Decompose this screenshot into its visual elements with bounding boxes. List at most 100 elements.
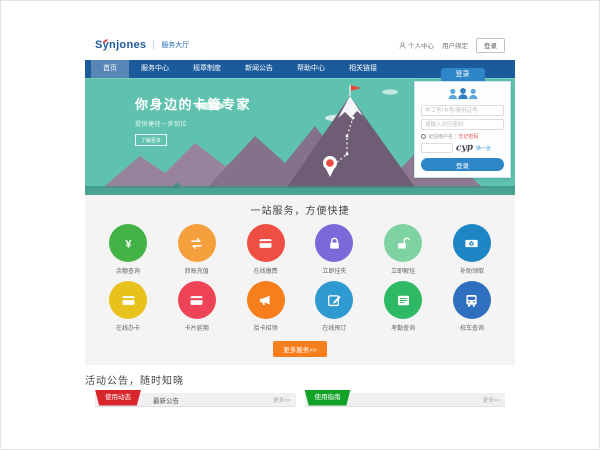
card-icon bbox=[257, 235, 274, 252]
announcement-panels: 使用动态 最新公告 更多>> 使用指南 更多>> bbox=[85, 387, 515, 407]
captcha-refresh-link[interactable]: 换一张 bbox=[476, 145, 491, 152]
service-label: 立即解挂 bbox=[371, 266, 435, 275]
service-label: 转账充值 bbox=[165, 266, 229, 275]
service-label: 立即挂失 bbox=[302, 266, 366, 275]
page: Synjones 服务大厅 个人中心 用户绑定 登录 首页 服务中心 规章制度 … bbox=[85, 30, 515, 420]
account-input[interactable] bbox=[421, 105, 504, 116]
service-label: 补助领取 bbox=[440, 266, 504, 275]
header-menu: 个人中心 用户绑定 登录 bbox=[399, 38, 505, 53]
captcha-row: cyp 换一张 bbox=[421, 143, 504, 153]
header-login-button[interactable]: 登录 bbox=[476, 38, 505, 53]
service-item-report-loss[interactable]: 立即挂失 bbox=[302, 224, 366, 275]
service-circle[interactable] bbox=[384, 224, 422, 262]
hero-cta-button[interactable]: 了解更多 bbox=[135, 134, 167, 146]
service-item-found-card[interactable]: 拾卡招领 bbox=[234, 281, 298, 332]
login-panel: 登录 记住用户名 | 忘记密码 cyp 换一张 登录 bbox=[414, 68, 511, 178]
card-icon bbox=[120, 292, 137, 309]
more-link[interactable]: 更多>> bbox=[273, 396, 295, 404]
megaphone-icon bbox=[257, 292, 274, 309]
service-label: 考勤查询 bbox=[371, 323, 435, 332]
service-label: 在线预订 bbox=[302, 323, 366, 332]
list-icon bbox=[395, 292, 412, 309]
hero-copy: 你身边的卡管专家 提供捷径一步到位 了解更多 bbox=[135, 94, 251, 147]
captcha-image[interactable]: cyp bbox=[456, 142, 474, 153]
lock-icon bbox=[326, 235, 343, 252]
brand-suffix: 服务大厅 bbox=[153, 40, 189, 50]
service-circle[interactable]: ¥ bbox=[453, 224, 491, 262]
tab-latest-announcements[interactable]: 最新公告 bbox=[153, 395, 179, 405]
services-section: 一站服务，方便快捷 ¥ 余额查询 转账充值 在线缴费 bbox=[85, 195, 515, 365]
service-item-pay[interactable]: 在线缴费 bbox=[234, 224, 298, 275]
service-label: 在线缴费 bbox=[234, 266, 298, 275]
divider: | bbox=[455, 134, 456, 140]
panel-tab-bar: 使用指南 更多>> bbox=[305, 393, 506, 407]
service-item-transfer[interactable]: 转账充值 bbox=[165, 224, 229, 275]
nav-item-links[interactable]: 相关链接 bbox=[337, 60, 389, 78]
nav-item-home[interactable]: 首页 bbox=[91, 60, 129, 78]
nav-item-service-center[interactable]: 服务中心 bbox=[129, 60, 181, 78]
nav-item-help[interactable]: 帮助中心 bbox=[285, 60, 337, 78]
service-circle[interactable] bbox=[178, 281, 216, 319]
edit-icon bbox=[326, 292, 343, 309]
service-circle[interactable] bbox=[384, 281, 422, 319]
forgot-password-link[interactable]: 忘记密码 bbox=[458, 133, 478, 140]
service-item-balance[interactable]: ¥ 余额查询 bbox=[96, 224, 160, 275]
service-circle[interactable] bbox=[178, 224, 216, 262]
service-circle[interactable] bbox=[315, 281, 353, 319]
svg-text:¥: ¥ bbox=[125, 238, 132, 250]
captcha-input[interactable] bbox=[421, 143, 453, 153]
remember-checkbox[interactable] bbox=[421, 134, 426, 139]
remember-row: 记住用户名 | 忘记密码 bbox=[421, 133, 504, 140]
service-item-card-renewal[interactable]: 卡片延期 bbox=[165, 281, 229, 332]
service-item-new-card[interactable]: 在线办卡 bbox=[96, 281, 160, 332]
svg-text:¥: ¥ bbox=[471, 241, 474, 246]
services-row-1: ¥ 余额查询 转账充值 在线缴费 立即挂失 bbox=[96, 224, 504, 275]
password-input[interactable] bbox=[421, 119, 504, 130]
service-item-school-bus[interactable]: 校车查询 bbox=[440, 281, 504, 332]
remember-label: 记住用户名 bbox=[428, 133, 453, 140]
panel-user-guide: 使用指南 更多>> bbox=[305, 393, 506, 407]
bus-icon bbox=[463, 292, 480, 309]
service-circle[interactable] bbox=[453, 281, 491, 319]
user-icon bbox=[399, 42, 406, 49]
nav-item-news[interactable]: 新闻公告 bbox=[233, 60, 285, 78]
personal-center-label: 个人中心 bbox=[408, 40, 434, 50]
banknote-icon: ¥ bbox=[463, 235, 480, 252]
services-row-2: 在线办卡 卡片延期 拾卡招领 在线预订 bbox=[96, 281, 504, 332]
announcements-title: 活动公告，随时知晓 bbox=[85, 365, 515, 387]
tab-usage-news-active[interactable]: 使用动态 bbox=[95, 390, 141, 406]
service-label: 拾卡招领 bbox=[234, 323, 298, 332]
service-item-cancel-loss[interactable]: 立即解挂 bbox=[371, 224, 435, 275]
panel-tab-bar: 使用动态 最新公告 更多>> bbox=[95, 393, 296, 407]
yen-icon: ¥ bbox=[120, 235, 137, 252]
users-group-icon bbox=[446, 87, 480, 101]
tab-user-guide-active[interactable]: 使用指南 bbox=[305, 390, 351, 406]
hero-subtitle: 提供捷径一步到位 bbox=[135, 119, 251, 128]
service-circle[interactable] bbox=[247, 224, 285, 262]
transfer-icon bbox=[188, 235, 205, 252]
service-circle[interactable] bbox=[247, 281, 285, 319]
login-submit-button[interactable]: 登录 bbox=[421, 158, 504, 171]
service-item-booking[interactable]: 在线预订 bbox=[302, 281, 366, 332]
service-label: 在线办卡 bbox=[96, 323, 160, 332]
more-services-button[interactable]: 更多服务>> bbox=[273, 341, 327, 357]
site-header: Synjones 服务大厅 个人中心 用户绑定 登录 bbox=[85, 30, 515, 60]
login-form: 记住用户名 | 忘记密码 cyp 换一张 登录 bbox=[414, 81, 511, 178]
personal-center-link[interactable]: 个人中心 bbox=[399, 40, 434, 50]
more-link[interactable]: 更多>> bbox=[483, 396, 505, 404]
user-binding-label: 用户绑定 bbox=[442, 40, 468, 50]
nav-item-rules[interactable]: 规章制度 bbox=[181, 60, 233, 78]
service-item-attendance[interactable]: 考勤查询 bbox=[371, 281, 435, 332]
service-circle[interactable] bbox=[315, 224, 353, 262]
announcements-section: 活动公告，随时知晓 使用动态 最新公告 更多>> 使用指南 更多>> bbox=[85, 365, 515, 407]
service-label: 余额查询 bbox=[96, 266, 160, 275]
service-circle[interactable] bbox=[109, 281, 147, 319]
service-circle[interactable]: ¥ bbox=[109, 224, 147, 262]
unlock-icon bbox=[395, 235, 412, 252]
login-tab[interactable]: 登录 bbox=[441, 68, 485, 81]
service-label: 校车查询 bbox=[440, 323, 504, 332]
service-label: 卡片延期 bbox=[165, 323, 229, 332]
brand-logo[interactable]: Synjones 服务大厅 bbox=[95, 39, 189, 51]
service-item-subsidy[interactable]: ¥ 补助领取 bbox=[440, 224, 504, 275]
user-binding-link[interactable]: 用户绑定 bbox=[442, 40, 468, 50]
